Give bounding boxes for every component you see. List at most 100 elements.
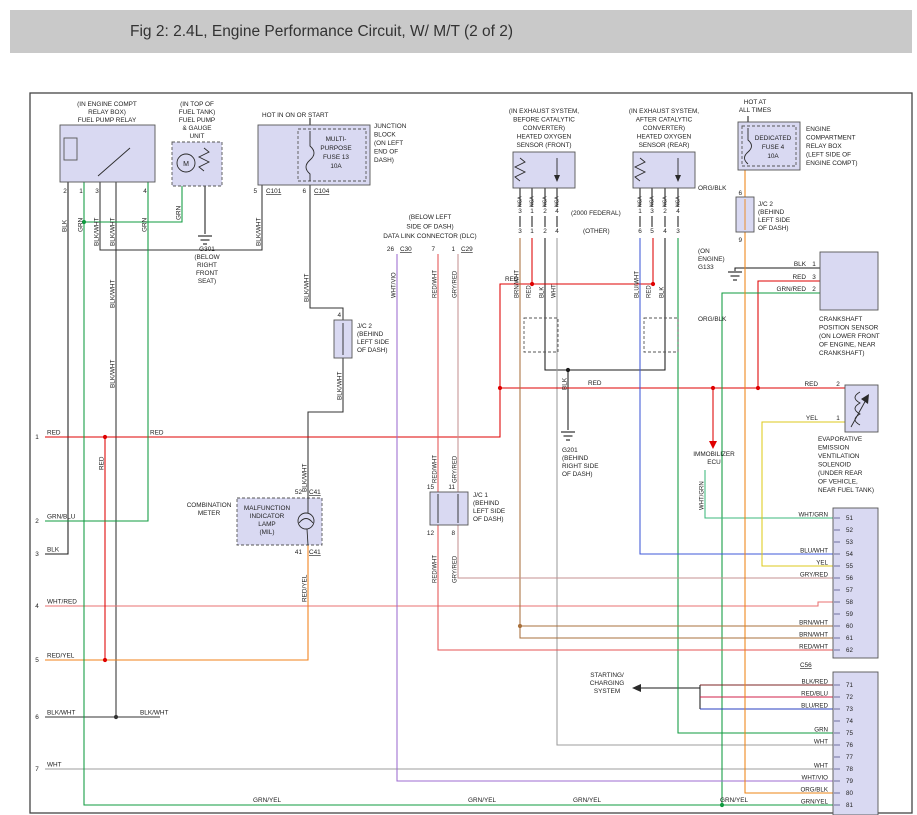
diagram-border [30, 93, 912, 813]
wire-label: BLK/WHT [94, 217, 101, 246]
pin-number: 54 [846, 551, 853, 558]
label-dlc: (BELOW LEFT [409, 214, 452, 221]
wire-label: ORG/BLK [800, 787, 828, 794]
wire-label: (OTHER) [583, 228, 610, 235]
pin-number: 5 [650, 228, 654, 235]
label-immobilizer: ECU [707, 459, 721, 466]
label-dlc: DATA LINK CONNECTOR (DLC) [383, 233, 476, 240]
label-g301: (BELOW [194, 254, 220, 261]
wire-label: BLK/WHT [110, 279, 117, 308]
label-fp_unit: UNIT [190, 133, 205, 140]
pin-number: 53 [846, 539, 853, 546]
label-g301: G301 [199, 246, 215, 253]
wire-label: BLK [562, 377, 569, 390]
wire-label: WHT [814, 763, 828, 770]
fuel-pump-gauge-unit-box [172, 142, 222, 186]
junction-dot [103, 658, 107, 662]
label-ho2s_front: HEATED OXYGEN [517, 134, 572, 141]
label-combo_meter: METER [198, 510, 221, 517]
junction-dot [756, 386, 760, 390]
wire-label: BRN/WHT [799, 620, 828, 627]
pin-number: 3 [518, 208, 522, 215]
pin-number: 56 [846, 575, 853, 582]
wire-label: RED/WHT [433, 270, 439, 298]
wire-label: WHT [552, 284, 558, 298]
wire-label: BLK/WHT [337, 371, 344, 400]
label-fp_relay: FUEL PUMP RELAY [78, 117, 137, 124]
pin-number: 4 [676, 208, 680, 215]
connector-label: C30 [400, 246, 412, 253]
label-hot_all: ALL TIMES [739, 107, 771, 114]
label-ho2s_front: SENSOR (FRONT) [516, 142, 571, 149]
wire-label: GRN/YEL [253, 797, 282, 804]
wire-label: WHT/VIO [392, 272, 398, 298]
wire-label: WHT/RED [47, 599, 77, 606]
pin-number: 11 [448, 484, 455, 491]
label-fuse13: FUSE 13 [323, 154, 349, 161]
pin-number: 4 [143, 188, 147, 195]
label-jc1: OF DASH) [473, 516, 504, 523]
pin-number: 6 [738, 190, 742, 197]
label-fuse4: DEDICATED [755, 135, 792, 142]
label-evap: VENTILATION [818, 453, 860, 460]
pin-number: 61 [846, 635, 853, 642]
pin-number: 62 [846, 647, 853, 654]
label-g301: RIGHT [197, 262, 217, 269]
pin-number: 59 [846, 611, 853, 618]
pin-number: 6 [302, 188, 306, 195]
pin-number: 3 [812, 274, 816, 281]
pin-number: 74 [846, 718, 853, 725]
pin-number: 3 [95, 188, 99, 195]
label-junction_block: END OF [374, 149, 398, 156]
label-hot_all: HOT AT [744, 99, 767, 106]
wire-label: (2000 FEDERAL) [571, 210, 621, 217]
junction-dot [114, 715, 118, 719]
wire-label: NCA [555, 196, 561, 207]
label-fuse13: PURPOSE [320, 145, 351, 152]
junction-dot [518, 624, 522, 628]
label-jc2_right: (BEHIND [758, 209, 785, 216]
label-ecr_box: RELAY BOX [806, 143, 842, 150]
label-ho2s_rear: CONVERTER) [643, 125, 685, 132]
connector-label: C29 [461, 246, 473, 253]
label-ecr_box: COMPARTMENT [806, 135, 856, 142]
wire-label: NCA [518, 196, 524, 207]
wire-label: GRN [142, 217, 149, 232]
label-ho2s_front: (IN EXHAUST SYSTEM, [509, 108, 579, 115]
wire-label: BLK/WHT [110, 217, 117, 246]
wire-label: RED [793, 274, 807, 281]
wire-label: ORG/BLK [698, 316, 727, 323]
crankshaft-sensor-box [820, 252, 878, 310]
label-junction_block: (ON LEFT [374, 140, 403, 147]
ecu-connector-upper-box [833, 508, 878, 658]
wire-label: GRN [176, 205, 183, 220]
pin-number: 3 [650, 208, 654, 215]
pin-number: 78 [846, 766, 853, 773]
label-g301: FRONT [196, 270, 218, 277]
pin-number: 4 [663, 228, 667, 235]
wire-label: RED [150, 430, 164, 437]
wire-label: BLK/WHT [256, 217, 263, 246]
wire-label: BLK [62, 219, 69, 232]
connector-label: C101 [266, 188, 282, 195]
wire-label: GRN/YEL [468, 797, 497, 804]
label-g201: G201 [562, 447, 578, 454]
left-row-number: 6 [35, 714, 39, 721]
connector-label: C56 [800, 662, 812, 669]
junction-dot [103, 435, 107, 439]
wire-label: RED [527, 285, 533, 298]
wire-label: YEL [816, 560, 828, 567]
label-ho2s_rear: SENSOR (REAR) [639, 142, 690, 149]
label-g301: SEAT) [198, 278, 216, 285]
wire-label: WHT/VIO [802, 775, 829, 782]
wire-label: RED [99, 456, 106, 470]
label-starting: SYSTEM [594, 688, 620, 695]
pin-number: 80 [846, 790, 853, 797]
label-g133: ENGINE) [698, 256, 725, 263]
wire-label: NCA [543, 196, 549, 207]
wire-label: GRY/RED [800, 572, 829, 579]
wire-label: M [183, 161, 189, 168]
wire-label: BLK/WHT [302, 463, 309, 492]
wire-label: BLK [47, 547, 60, 554]
label-fp_relay: RELAY BOX) [88, 109, 126, 116]
